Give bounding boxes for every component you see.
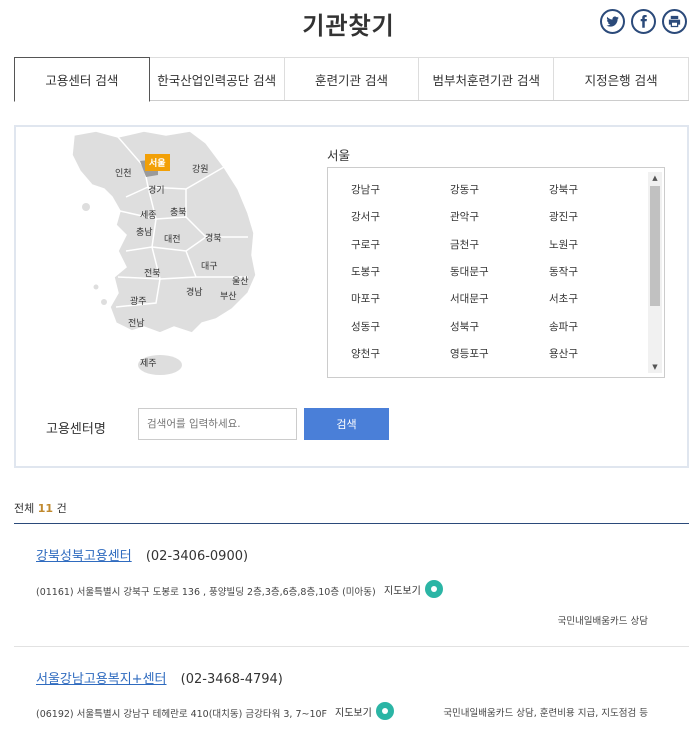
map-region-ulsan[interactable]: 울산 — [232, 274, 249, 287]
result-heading: 서울강남고용복지+센터 (02-3468-4794) — [36, 668, 283, 687]
result-count-prefix: 전체 — [14, 502, 35, 515]
result-address: (01161) 서울특별시 강북구 도봉로 136 , 풍양빌딩 2층,3층,6… — [36, 587, 376, 598]
result-phone: (02-3468-4794) — [180, 672, 283, 687]
map-region-gyeongnam[interactable]: 경남 — [186, 285, 203, 298]
map-view-label: 지도보기 — [335, 707, 372, 719]
result-item: 서울강남고용복지+센터 (02-3468-4794) (06192) 서울특별시… — [14, 668, 689, 737]
result-count-number: 11 — [37, 502, 54, 515]
district-scrollbar[interactable]: ▲ ▼ — [648, 172, 662, 373]
result-service: 국민내일배움카드 상담 — [557, 616, 648, 627]
facebook-icon[interactable] — [631, 9, 656, 34]
map-pin-icon[interactable] — [424, 580, 443, 598]
district-item[interactable]: 동작구 — [549, 264, 578, 279]
search-panel: 서울 인천 강원 경기 세종 충북 충남 대전 경북 대구 전북 울산 경남 광… — [14, 125, 689, 468]
result-count: 전체 11 건 — [14, 500, 67, 516]
district-item[interactable]: 용산구 — [549, 346, 578, 361]
center-name-input[interactable] — [138, 408, 297, 440]
district-item[interactable]: 서초구 — [549, 291, 578, 306]
scroll-thumb[interactable] — [650, 186, 660, 306]
scroll-up-arrow-icon[interactable]: ▲ — [648, 172, 662, 184]
search-tabs: 고용센터 검색 한국산업인력공단 검색 훈련기관 검색 범부처훈련기관 검색 지… — [14, 57, 689, 102]
result-address: (06192) 서울특별시 강남구 테헤란로 410(대치동) 금강타워 3, … — [36, 709, 327, 720]
print-icon[interactable] — [662, 9, 687, 34]
map-view-link[interactable]: 지도보기 — [384, 580, 443, 598]
result-service: 국민내일배움카드 상담, 훈련비용 지급, 지도점검 등 — [443, 708, 648, 719]
scroll-down-arrow-icon[interactable]: ▼ — [648, 361, 662, 373]
result-divider — [14, 646, 689, 647]
search-button[interactable]: 검색 — [304, 408, 389, 440]
district-item[interactable]: 송파구 — [549, 319, 578, 334]
map-region-jeonnam[interactable]: 전남 — [128, 316, 145, 329]
result-name-link[interactable]: 강북성북고용센터 — [36, 549, 132, 564]
result-count-suffix: 건 — [56, 502, 67, 515]
district-item[interactable]: 동대문구 — [450, 264, 489, 279]
district-item[interactable]: 성북구 — [450, 319, 479, 334]
twitter-icon[interactable] — [600, 9, 625, 34]
tab-employment-center[interactable]: 고용센터 검색 — [14, 57, 150, 102]
result-header-divider — [14, 523, 689, 524]
map-view-label: 지도보기 — [384, 585, 421, 597]
district-item[interactable]: 성동구 — [351, 319, 380, 334]
result-heading: 강북성북고용센터 (02-3406-0900) — [36, 545, 248, 564]
map-region-jeonbuk[interactable]: 전북 — [144, 266, 161, 279]
map-region-chungnam[interactable]: 충남 — [136, 225, 153, 238]
result-item: 강북성북고용센터 (02-3406-0900) (01161) 서울특별시 강북… — [14, 545, 689, 645]
result-phone: (02-3406-0900) — [145, 549, 249, 564]
map-region-chungbuk[interactable]: 충북 — [170, 205, 187, 218]
map-region-seoul[interactable]: 서울 — [145, 154, 170, 171]
result-name-link[interactable]: 서울강남고용복지+센터 — [36, 672, 167, 687]
map-region-gangwon[interactable]: 강원 — [192, 162, 209, 175]
district-item[interactable]: 서대문구 — [450, 291, 489, 306]
district-item[interactable]: 영등포구 — [450, 346, 489, 361]
district-item[interactable]: 구로구 — [351, 237, 380, 252]
center-name-label: 고용센터명 — [46, 422, 106, 437]
korea-region-map: 서울 인천 강원 경기 세종 충북 충남 대전 경북 대구 전북 울산 경남 광… — [56, 127, 276, 392]
tab-interministry-training[interactable]: 범부처훈련기관 검색 — [419, 57, 555, 100]
tab-hrd-korea[interactable]: 한국산업인력공단 검색 — [149, 57, 285, 100]
map-region-gyeongbuk[interactable]: 경북 — [205, 231, 222, 244]
share-buttons — [600, 9, 687, 34]
district-item[interactable]: 마포구 — [351, 291, 380, 306]
map-region-gyeonggi[interactable]: 경기 — [148, 183, 165, 196]
district-item[interactable]: 강동구 — [450, 182, 479, 197]
district-item[interactable]: 양천구 — [351, 346, 380, 361]
district-item[interactable]: 관악구 — [450, 209, 479, 224]
district-item[interactable]: 강남구 — [351, 182, 380, 197]
map-view-link[interactable]: 지도보기 — [335, 702, 394, 720]
district-item[interactable]: 금천구 — [450, 237, 479, 252]
district-item[interactable]: 노원구 — [549, 237, 578, 252]
district-item[interactable]: 강북구 — [549, 182, 578, 197]
tab-training-institution[interactable]: 훈련기관 검색 — [284, 57, 420, 100]
map-region-jeju[interactable]: 제주 — [140, 356, 157, 369]
map-region-daegu[interactable]: 대구 — [201, 259, 218, 272]
district-item[interactable]: 강서구 — [351, 209, 380, 224]
selected-region-title: 서울 — [327, 148, 351, 163]
district-item[interactable]: 광진구 — [549, 209, 578, 224]
map-pin-icon[interactable] — [375, 702, 394, 720]
map-region-sejong[interactable]: 세종 — [140, 208, 157, 221]
map-region-busan[interactable]: 부산 — [220, 289, 237, 302]
page-title: 기관찾기 — [302, 12, 395, 40]
map-region-incheon[interactable]: 인천 — [115, 166, 132, 179]
district-list: 강남구 강동구 강북구강서구 관악구 광진구구로구 금천구 노원구도봉구 동대문구 동작구마포구… — [327, 167, 665, 378]
tab-designated-bank[interactable]: 지정은행 검색 — [554, 57, 689, 100]
map-region-gwangju[interactable]: 광주 — [130, 294, 147, 307]
map-region-daejeon[interactable]: 대전 — [164, 232, 181, 245]
district-item[interactable]: 도봉구 — [351, 264, 380, 279]
